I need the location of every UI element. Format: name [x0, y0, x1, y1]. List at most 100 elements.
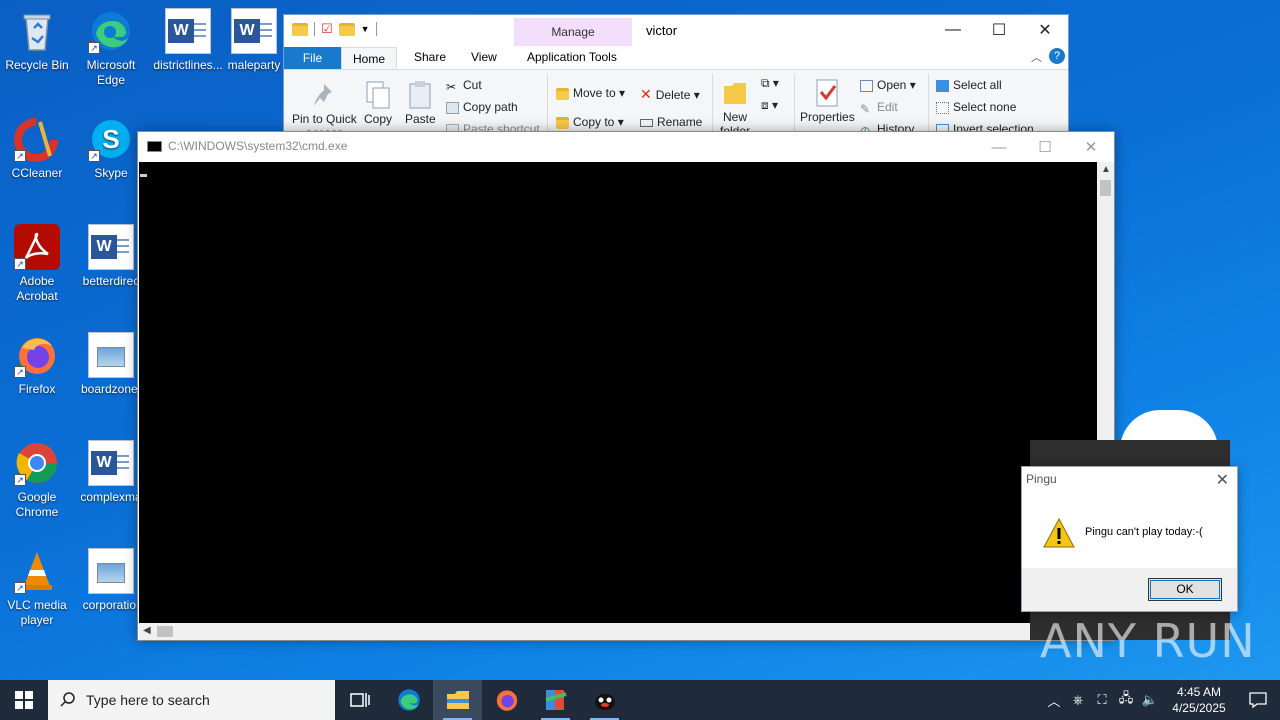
notification-center-button[interactable]	[1236, 692, 1280, 708]
paste-button[interactable]: Paste	[405, 80, 436, 126]
file-explorer-window[interactable]: ☑ ▼ Manage victor — ☐ ✕ File Home Share …	[283, 14, 1069, 140]
network-icon[interactable]: 🖧	[1114, 689, 1138, 711]
scrollbar-thumb[interactable]	[1100, 180, 1111, 196]
word-logo-icon: W	[91, 235, 117, 259]
properties-check-icon[interactable]: ☑	[321, 21, 333, 37]
select-none-button[interactable]: Select none	[936, 100, 1016, 114]
svg-text:S: S	[102, 124, 119, 154]
pingu-icon	[594, 694, 615, 710]
taskbar-search-box[interactable]: Type here to search	[48, 680, 335, 720]
taskbar-clock[interactable]: 4:45 AM 4/25/2025	[1162, 684, 1236, 716]
console-output[interactable]	[139, 162, 1098, 625]
system-tray: ︿ ⎈ ⛶ 🖧 🔈 4:45 AM 4/25/2025	[1042, 680, 1280, 720]
scissors-icon: ✂	[446, 79, 457, 94]
desktop-icon-firefox[interactable]: ↗ Firefox	[1, 332, 73, 397]
edit-button[interactable]: ✎ Edit	[860, 100, 898, 116]
scroll-left-arrow-icon[interactable]: ◀	[143, 625, 151, 636]
taskbar-file-explorer-button[interactable]	[433, 680, 482, 720]
word-logo-icon: W	[234, 19, 260, 43]
cmd-window[interactable]: C:\WINDOWS\system32\cmd.exe — ☐ ✕ ▲ ◀	[137, 131, 1115, 641]
new-folder-icon[interactable]	[338, 22, 355, 36]
start-button[interactable]	[0, 680, 48, 720]
chevron-up-icon[interactable]: ︿	[1031, 49, 1042, 65]
delete-button[interactable]: ✕ Delete ▾	[640, 86, 700, 103]
tab-manage[interactable]: Manage	[514, 18, 632, 46]
desktop-icon-recycle-bin[interactable]: Recycle Bin	[1, 8, 73, 73]
close-icon[interactable]: ✕	[1216, 470, 1229, 490]
ok-button[interactable]: OK	[1148, 578, 1222, 601]
tab-view[interactable]: View	[471, 50, 497, 64]
pingu-message-dialog[interactable]: Pingu ✕ Pingu can't play today:-( OK	[1021, 466, 1238, 612]
taskbar-pingu-button[interactable]	[580, 680, 629, 720]
adobe-acrobat-icon: ↗	[14, 224, 60, 270]
rename-button[interactable]: Rename	[640, 115, 702, 129]
firefox-icon: ↗	[14, 332, 60, 378]
vlc-icon: ↗	[14, 548, 60, 594]
taskbar-firefox-button[interactable]	[482, 680, 531, 720]
open-icon	[860, 79, 873, 92]
desktop-icon-label: districtlines...	[153, 58, 223, 72]
skype-icon: S ↗	[88, 116, 134, 162]
taskbar-edge-button[interactable]	[384, 680, 433, 720]
select-all-button[interactable]: Select all	[936, 78, 1002, 92]
anyrun-watermark: ANY RUN	[1040, 614, 1256, 668]
open-button[interactable]: Open ▾	[860, 78, 916, 92]
maximize-button[interactable]: ☐	[976, 15, 1022, 45]
speaker-icon[interactable]: 🔈	[1138, 692, 1162, 708]
tab-file[interactable]: File	[284, 47, 341, 69]
rename-icon	[640, 118, 653, 127]
desktop-icon-microsoft-edge[interactable]: ↗ Microsoft Edge	[75, 8, 147, 88]
dialog-footer: OK	[1022, 568, 1237, 611]
minimize-button[interactable]: —	[976, 132, 1022, 162]
move-to-button[interactable]: Move to ▾	[556, 86, 625, 100]
properties-button[interactable]: Properties	[800, 78, 855, 124]
desktop-icon-districtlines[interactable]: W districtlines...	[148, 8, 228, 73]
tray-app-icon[interactable]: ⛶	[1090, 692, 1114, 708]
maximize-button[interactable]: ☐	[1022, 132, 1068, 162]
pin-icon	[310, 80, 338, 110]
edge-icon: ↗	[88, 8, 134, 54]
new-item-button[interactable]: ⧉ ▾	[761, 76, 779, 91]
copy-button[interactable]: Copy	[364, 80, 392, 126]
edit-pencil-icon: ✎	[860, 101, 871, 116]
tab-share[interactable]: Share	[414, 50, 446, 64]
cmd-title-bar[interactable]: C:\WINDOWS\system32\cmd.exe — ☐ ✕	[138, 132, 1114, 162]
close-button[interactable]: ✕	[1022, 15, 1068, 45]
desktop-icon-adobe-acrobat[interactable]: ↗ Adobe Acrobat	[1, 224, 73, 304]
shortcut-arrow-icon: ↗	[14, 582, 26, 594]
desktop-icon-label: Recycle Bin	[5, 58, 69, 72]
edge-icon	[397, 689, 420, 711]
cut-button[interactable]: ✂ Cut	[446, 78, 482, 94]
tab-application-tools[interactable]: Application Tools	[527, 50, 617, 64]
chevron-down-icon[interactable]: ▼	[361, 24, 370, 34]
folder-icon[interactable]	[292, 22, 308, 36]
network-device-icon[interactable]: ⎈	[1066, 692, 1090, 708]
dialog-message: Pingu can't play today:-(	[1085, 526, 1203, 538]
chevron-up-icon[interactable]: ︿	[1042, 691, 1066, 710]
windows-logo-icon	[15, 691, 33, 709]
copy-to-icon	[556, 116, 569, 129]
desktop-icon-maleparty[interactable]: W maleparty	[222, 8, 286, 73]
taskbar-winrar-button[interactable]	[531, 680, 580, 720]
desktop-icon-google-chrome[interactable]: ↗ Google Chrome	[1, 440, 73, 520]
minimize-button[interactable]: —	[930, 15, 976, 45]
scrollbar-thumb[interactable]	[157, 626, 173, 637]
scroll-up-arrow-icon[interactable]: ▲	[1101, 164, 1111, 175]
word-logo-icon: W	[168, 19, 194, 43]
desktop-icon-vlc[interactable]: ↗ VLC media player	[1, 548, 73, 628]
task-view-button[interactable]	[335, 680, 384, 720]
desktop-icon-label: Adobe Acrobat	[16, 274, 58, 303]
new-folder-button[interactable]: New folder	[720, 78, 750, 138]
easy-access-button[interactable]: ⧈ ▾	[761, 98, 778, 113]
help-icon[interactable]: ?	[1049, 48, 1065, 64]
close-button[interactable]: ✕	[1068, 132, 1114, 162]
copy-to-button[interactable]: Copy to ▾	[556, 115, 624, 129]
copy-path-button[interactable]: Copy path	[446, 100, 518, 114]
shortcut-arrow-icon: ↗	[14, 258, 26, 270]
desktop-icon-ccleaner[interactable]: ↗ CCleaner	[1, 116, 73, 181]
horizontal-scrollbar[interactable]: ◀	[139, 623, 1098, 640]
tab-home[interactable]: Home	[341, 47, 397, 71]
shortcut-arrow-icon: ↗	[88, 150, 100, 162]
explorer-title-bar[interactable]: ☑ ▼ Manage victor — ☐ ✕	[284, 15, 1068, 47]
clock-date: 4/25/2025	[1172, 701, 1226, 715]
